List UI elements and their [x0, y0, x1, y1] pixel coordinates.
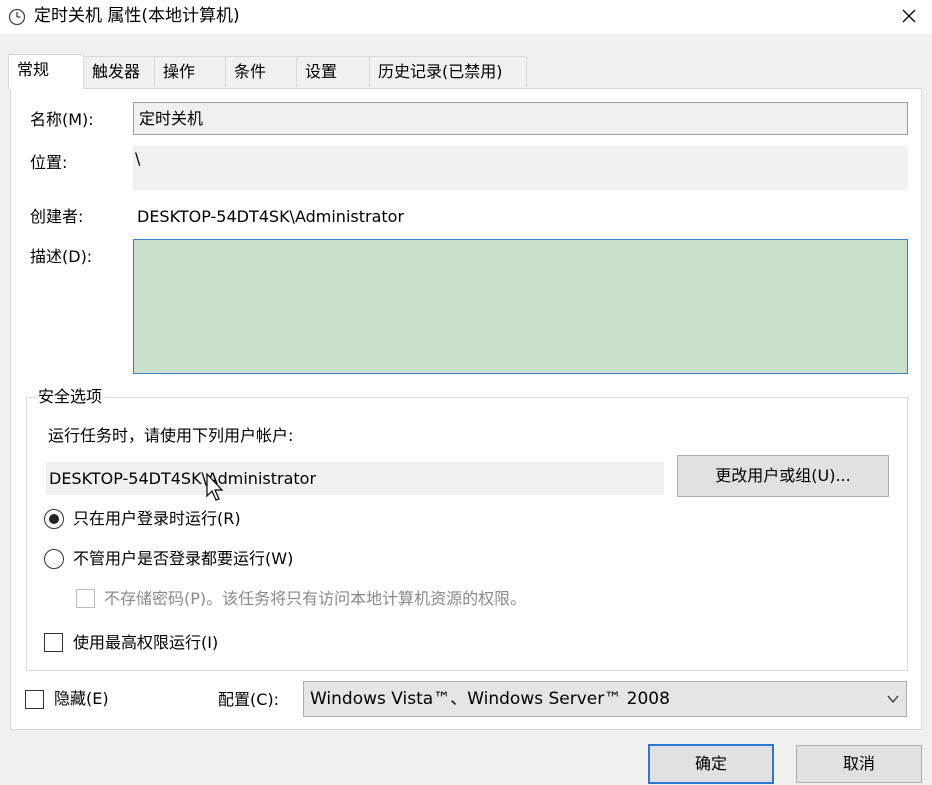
tab-history[interactable]: 历史记录(已禁用): [369, 56, 527, 87]
config-label: 配置(C):: [218, 690, 280, 709]
run-whether-logged-on-label[interactable]: 不管用户是否登录都要运行(W): [73, 548, 293, 570]
name-label: 名称(M):: [30, 110, 94, 129]
run-whether-logged-on-radio[interactable]: [44, 549, 64, 569]
location-field[interactable]: \: [133, 146, 908, 190]
radio-selected-dot: [49, 514, 59, 524]
general-tab-page: 名称(M): 定时关机 位置: \ 创建者: DESKTOP-54DT4SK\A…: [10, 88, 922, 730]
clock-icon: [8, 8, 26, 26]
task-properties-dialog: 定时关机 属性(本地计算机) 常规 触发器 操作 条件 设置 历史记录(已禁用)…: [0, 0, 932, 785]
run-when-logged-on-radio[interactable]: [44, 509, 64, 529]
highest-privileges-label[interactable]: 使用最高权限运行(I): [73, 632, 218, 654]
mouse-pointer-icon: [206, 472, 224, 501]
author-value: DESKTOP-54DT4SK\Administrator: [137, 207, 405, 226]
tab-actions[interactable]: 操作: [154, 56, 226, 87]
run-when-logged-on-label[interactable]: 只在用户登录时运行(R): [73, 508, 241, 530]
cancel-button[interactable]: 取消: [796, 745, 922, 783]
name-field[interactable]: 定时关机: [133, 102, 908, 135]
hidden-checkbox[interactable]: [25, 690, 44, 709]
dialog-body: 常规 触发器 操作 条件 设置 历史记录(已禁用) 名称(M): 定时关机 位置…: [0, 34, 932, 785]
highest-privileges-checkbox[interactable]: [44, 633, 63, 652]
description-field[interactable]: [133, 239, 908, 374]
hidden-label[interactable]: 隐藏(E): [54, 688, 109, 710]
user-account-field[interactable]: DESKTOP-54DT4SK\Administrator: [46, 462, 664, 495]
window-title: 定时关机 属性(本地计算机): [34, 6, 240, 26]
tab-triggers[interactable]: 触发器: [83, 56, 155, 87]
chevron-down-icon: [887, 695, 899, 704]
close-button[interactable]: [886, 0, 932, 32]
tab-settings[interactable]: 设置: [296, 56, 370, 87]
title-bar: 定时关机 属性(本地计算机): [0, 0, 932, 34]
run-as-prompt: 运行任务时，请使用下列用户帐户:: [48, 426, 294, 445]
config-select[interactable]: Windows Vista™、Windows Server™ 2008: [303, 681, 907, 717]
close-icon: [902, 9, 916, 23]
security-options-title: 安全选项: [35, 386, 106, 408]
ok-button[interactable]: 确定: [648, 744, 774, 784]
no-store-password-checkbox[interactable]: [76, 589, 95, 608]
config-select-value: Windows Vista™、Windows Server™ 2008: [310, 689, 670, 709]
tab-conditions[interactable]: 条件: [225, 56, 297, 87]
no-store-password-label: 不存储密码(P)。该任务将只有访问本地计算机资源的权限。: [104, 589, 527, 608]
change-user-button[interactable]: 更改用户或组(U)...: [677, 455, 889, 497]
description-label: 描述(D):: [30, 247, 93, 266]
tab-general[interactable]: 常规: [8, 54, 84, 89]
author-label: 创建者:: [30, 207, 84, 226]
security-options-group: 安全选项 运行任务时，请使用下列用户帐户: DESKTOP-54DT4SK\Ad…: [26, 386, 908, 671]
location-label: 位置:: [30, 153, 68, 172]
